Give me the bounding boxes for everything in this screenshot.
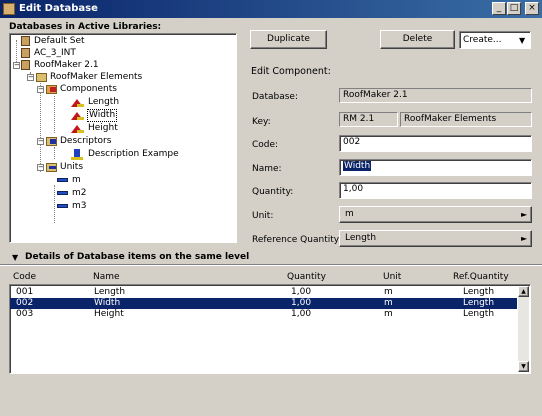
database-icon — [21, 60, 30, 70]
table-row[interactable]: 003 Height 1,00 m Length — [10, 309, 517, 320]
app-icon — [3, 3, 15, 15]
name-field[interactable]: Width — [339, 159, 532, 176]
component-icon — [71, 112, 84, 120]
quantity-label: Quantity: — [252, 187, 294, 197]
window-title: Edit Database — [19, 3, 98, 14]
details-header: Details of Database items on the same le… — [25, 252, 250, 262]
key-value-2: RoofMaker Elements — [400, 112, 532, 127]
reference-quantity-dropdown[interactable]: Length ► — [339, 230, 532, 247]
code-label: Code: — [252, 140, 279, 150]
title-bar: Edit Database _ □ × — [0, 0, 542, 18]
delete-button[interactable]: Delete — [380, 30, 455, 49]
column-header-code[interactable]: Code — [13, 272, 36, 282]
chevron-right-icon: ► — [521, 210, 528, 219]
name-field-selection: Width — [343, 161, 372, 171]
collapse-toggle-icon[interactable]: − — [37, 138, 44, 145]
unit-icon — [57, 204, 68, 208]
column-header-unit[interactable]: Unit — [383, 272, 401, 282]
key-label: Key: — [252, 117, 271, 127]
tree-header: Databases in Active Libraries: — [9, 22, 162, 32]
name-label: Name: — [252, 164, 282, 174]
minimize-button[interactable]: _ — [492, 2, 506, 15]
key-value-1: RM 2.1 — [339, 112, 398, 127]
database-value: RoofMaker 2.1 — [339, 88, 532, 103]
column-header-quantity[interactable]: Quantity — [287, 272, 326, 282]
column-header-ref-quantity[interactable]: Ref.Quantity — [453, 272, 509, 282]
create-dropdown[interactable]: Create... ▼ — [459, 31, 531, 49]
maximize-button[interactable]: □ — [507, 2, 521, 15]
database-icon — [21, 36, 30, 46]
close-button[interactable]: × — [525, 2, 539, 15]
unit-icon — [57, 178, 68, 182]
component-icon — [71, 125, 84, 133]
collapse-toggle-icon[interactable]: − — [27, 74, 34, 81]
collapse-toggle-icon[interactable]: − — [37, 164, 44, 171]
collapse-triangle-icon[interactable]: ▼ — [12, 253, 18, 262]
database-tree[interactable]: Default Set AC_3_INT − RoofMaker 2.1 − R… — [9, 33, 237, 243]
descriptor-icon — [71, 149, 83, 160]
component-icon — [71, 99, 84, 107]
table-row[interactable]: 001 Length 1,00 m Length — [10, 287, 517, 298]
scroll-up-arrow-icon[interactable]: ▲ — [518, 286, 529, 297]
unit-dropdown[interactable]: m ► — [339, 206, 532, 223]
unit-icon — [57, 191, 68, 195]
database-icon — [21, 48, 30, 58]
column-header-name[interactable]: Name — [93, 272, 120, 282]
collapse-toggle-icon[interactable]: − — [13, 62, 20, 69]
code-field[interactable]: 002 — [339, 135, 532, 152]
table-row[interactable]: 002 Width 1,00 m Length — [10, 298, 517, 309]
reference-quantity-label: Reference Quantity: — [252, 235, 342, 245]
database-label: Database: — [252, 92, 298, 102]
collapse-toggle-icon[interactable]: − — [37, 86, 44, 93]
unit-label: Unit: — [252, 211, 274, 221]
quantity-field[interactable]: 1,00 — [339, 182, 532, 199]
folder-icon — [36, 73, 47, 82]
duplicate-button[interactable]: Duplicate — [250, 30, 327, 49]
scroll-down-arrow-icon[interactable]: ▼ — [518, 361, 529, 372]
chevron-down-icon: ▼ — [519, 36, 526, 45]
vertical-scrollbar[interactable]: ▲ ▼ — [518, 286, 529, 372]
chevron-right-icon: ► — [521, 234, 528, 243]
edit-component-heading: Edit Component: — [251, 66, 331, 77]
